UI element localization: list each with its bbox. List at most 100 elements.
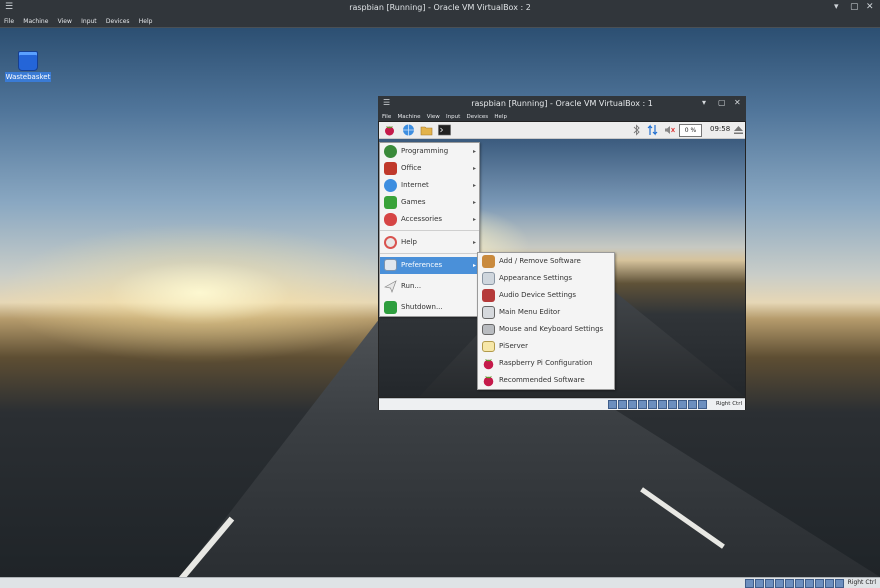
- submenu-item-appearance-settings[interactable]: Appearance Settings: [478, 270, 614, 287]
- wastebasket-desktop-icon[interactable]: Wastebasket: [5, 51, 51, 82]
- minimize-icon[interactable]: ▾: [834, 2, 839, 12]
- outer-window-title: raspbian [Running] - Oracle VM VirtualBo…: [349, 3, 531, 12]
- menu-item-label: Internet: [401, 181, 429, 189]
- menu-devices[interactable]: Devices: [106, 16, 130, 27]
- menu-help[interactable]: Help: [139, 16, 153, 27]
- programming-icon: [384, 145, 397, 158]
- recording-icon[interactable]: [678, 400, 687, 409]
- submenu-item-recommended-software[interactable]: Recommended Software: [478, 372, 614, 389]
- menu-item-label: Programming: [401, 147, 449, 155]
- inner-menu-bar: File Machine View Input Devices Help: [378, 112, 746, 121]
- outer-menu-bar: File Machine View Input Devices Help: [0, 16, 880, 28]
- raspberry-menu-icon[interactable]: [383, 124, 396, 136]
- menu-item-programming[interactable]: Programming ▸: [380, 143, 479, 160]
- submenu-item-mouse-keyboard-settings[interactable]: Mouse and Keyboard Settings: [478, 321, 614, 338]
- menu-item-preferences[interactable]: Preferences ▸: [380, 257, 479, 274]
- menu-item-office[interactable]: Office ▸: [380, 160, 479, 177]
- accessories-icon: [384, 213, 397, 226]
- minimize-icon[interactable]: ▾: [702, 98, 706, 107]
- clock[interactable]: 09:58: [710, 125, 730, 133]
- menu-file[interactable]: File: [4, 16, 14, 27]
- submenu-item-piserver[interactable]: PiServer: [478, 338, 614, 355]
- mouse-integration-icon[interactable]: [698, 400, 707, 409]
- audio-icon[interactable]: [628, 400, 637, 409]
- eject-icon[interactable]: [732, 124, 745, 136]
- shutdown-icon: [384, 301, 397, 314]
- status-icons: [607, 400, 707, 409]
- preferences-submenu: Add / Remove Software Appearance Setting…: [477, 252, 615, 390]
- package-icon: [482, 255, 495, 268]
- menu-view[interactable]: View: [427, 113, 440, 122]
- host-key-label: Right Ctrl: [715, 401, 742, 407]
- bluetooth-icon[interactable]: [630, 124, 643, 136]
- terminal-icon[interactable]: [438, 124, 451, 136]
- menu-input[interactable]: Input: [446, 113, 460, 122]
- inner-window-title: raspbian [Running] - Oracle VM VirtualBo…: [471, 99, 653, 108]
- chevron-right-icon: ▸: [472, 165, 476, 172]
- menu-item-label: Help: [401, 238, 417, 246]
- submenu-item-main-menu-editor[interactable]: Main Menu Editor: [478, 304, 614, 321]
- raspberry-icon: [482, 357, 495, 370]
- network-icon[interactable]: [646, 124, 659, 136]
- piserver-icon: [482, 341, 495, 352]
- menu-item-label: Raspberry Pi Configuration: [499, 359, 593, 367]
- outer-status-bar: Right Ctrl: [0, 577, 880, 588]
- chevron-right-icon: ▸: [472, 262, 476, 269]
- menu-item-internet[interactable]: Internet ▸: [380, 177, 479, 194]
- menu-item-games[interactable]: Games ▸: [380, 194, 479, 211]
- menu-machine[interactable]: Machine: [397, 113, 420, 122]
- internet-icon: [384, 179, 397, 192]
- cpu-icon[interactable]: [688, 400, 697, 409]
- menu-item-label: Preferences: [401, 261, 443, 269]
- raspberry-icon: [482, 374, 495, 387]
- audio-icon: [482, 289, 495, 302]
- hard-disk-icon[interactable]: [608, 400, 617, 409]
- submenu-item-add-remove-software[interactable]: Add / Remove Software: [478, 253, 614, 270]
- help-icon: [384, 236, 397, 249]
- shared-folder-icon[interactable]: [658, 400, 667, 409]
- menu-editor-icon: [482, 306, 495, 319]
- chevron-right-icon: ▸: [472, 148, 476, 155]
- network-icon[interactable]: [638, 400, 647, 409]
- menu-item-label: Accessories: [401, 215, 443, 223]
- office-icon: [384, 162, 397, 175]
- wastebasket-label: Wastebasket: [5, 72, 51, 82]
- menu-item-label: Office: [401, 164, 422, 172]
- menu-item-label: Mouse and Keyboard Settings: [499, 325, 604, 333]
- submenu-item-raspberry-pi-configuration[interactable]: Raspberry Pi Configuration: [478, 355, 614, 372]
- application-menu: Programming ▸ Office ▸ Internet ▸ Games ▸ Ac…: [379, 142, 480, 317]
- chevron-right-icon: ▸: [472, 199, 476, 206]
- inner-title-bar: ☰ raspbian [Running] - Oracle VM Virtual…: [378, 96, 746, 112]
- maximize-icon[interactable]: ▢: [718, 98, 726, 107]
- inner-status-bar: Right Ctrl: [379, 398, 745, 410]
- menu-item-label: Shutdown...: [401, 303, 443, 311]
- appearance-icon: [482, 272, 495, 285]
- menu-item-help[interactable]: Help ▸: [380, 234, 479, 251]
- close-icon[interactable]: ✕: [734, 98, 741, 107]
- menu-item-accessories[interactable]: Accessories ▸: [380, 211, 479, 228]
- menu-item-label: PiServer: [499, 342, 528, 350]
- volume-muted-icon[interactable]: [663, 124, 676, 136]
- menu-item-label: Games: [401, 198, 426, 206]
- submenu-item-audio-device-settings[interactable]: Audio Device Settings: [478, 287, 614, 304]
- cpu-monitor[interactable]: 0 %: [679, 124, 702, 137]
- close-icon[interactable]: ✕: [866, 2, 874, 12]
- file-manager-icon[interactable]: [420, 124, 433, 136]
- chevron-right-icon: ▸: [472, 239, 476, 246]
- menu-machine[interactable]: Machine: [23, 16, 48, 27]
- menu-item-run[interactable]: Run...: [380, 278, 479, 295]
- maximize-icon[interactable]: ▢: [850, 2, 859, 12]
- menu-view[interactable]: View: [58, 16, 72, 27]
- menu-help[interactable]: Help: [494, 113, 507, 122]
- optical-drive-icon[interactable]: [618, 400, 627, 409]
- menu-input[interactable]: Input: [81, 16, 97, 27]
- menu-file[interactable]: File: [382, 113, 391, 122]
- menu-devices[interactable]: Devices: [467, 113, 489, 122]
- menu-item-label: Audio Device Settings: [499, 291, 576, 299]
- display-icon[interactable]: [668, 400, 677, 409]
- preferences-icon: [384, 259, 397, 271]
- menu-item-shutdown[interactable]: Shutdown...: [380, 299, 479, 316]
- outer-title-bar: ☰ raspbian [Running] - Oracle VM Virtual…: [0, 0, 880, 16]
- usb-icon[interactable]: [648, 400, 657, 409]
- web-browser-icon[interactable]: [402, 124, 415, 136]
